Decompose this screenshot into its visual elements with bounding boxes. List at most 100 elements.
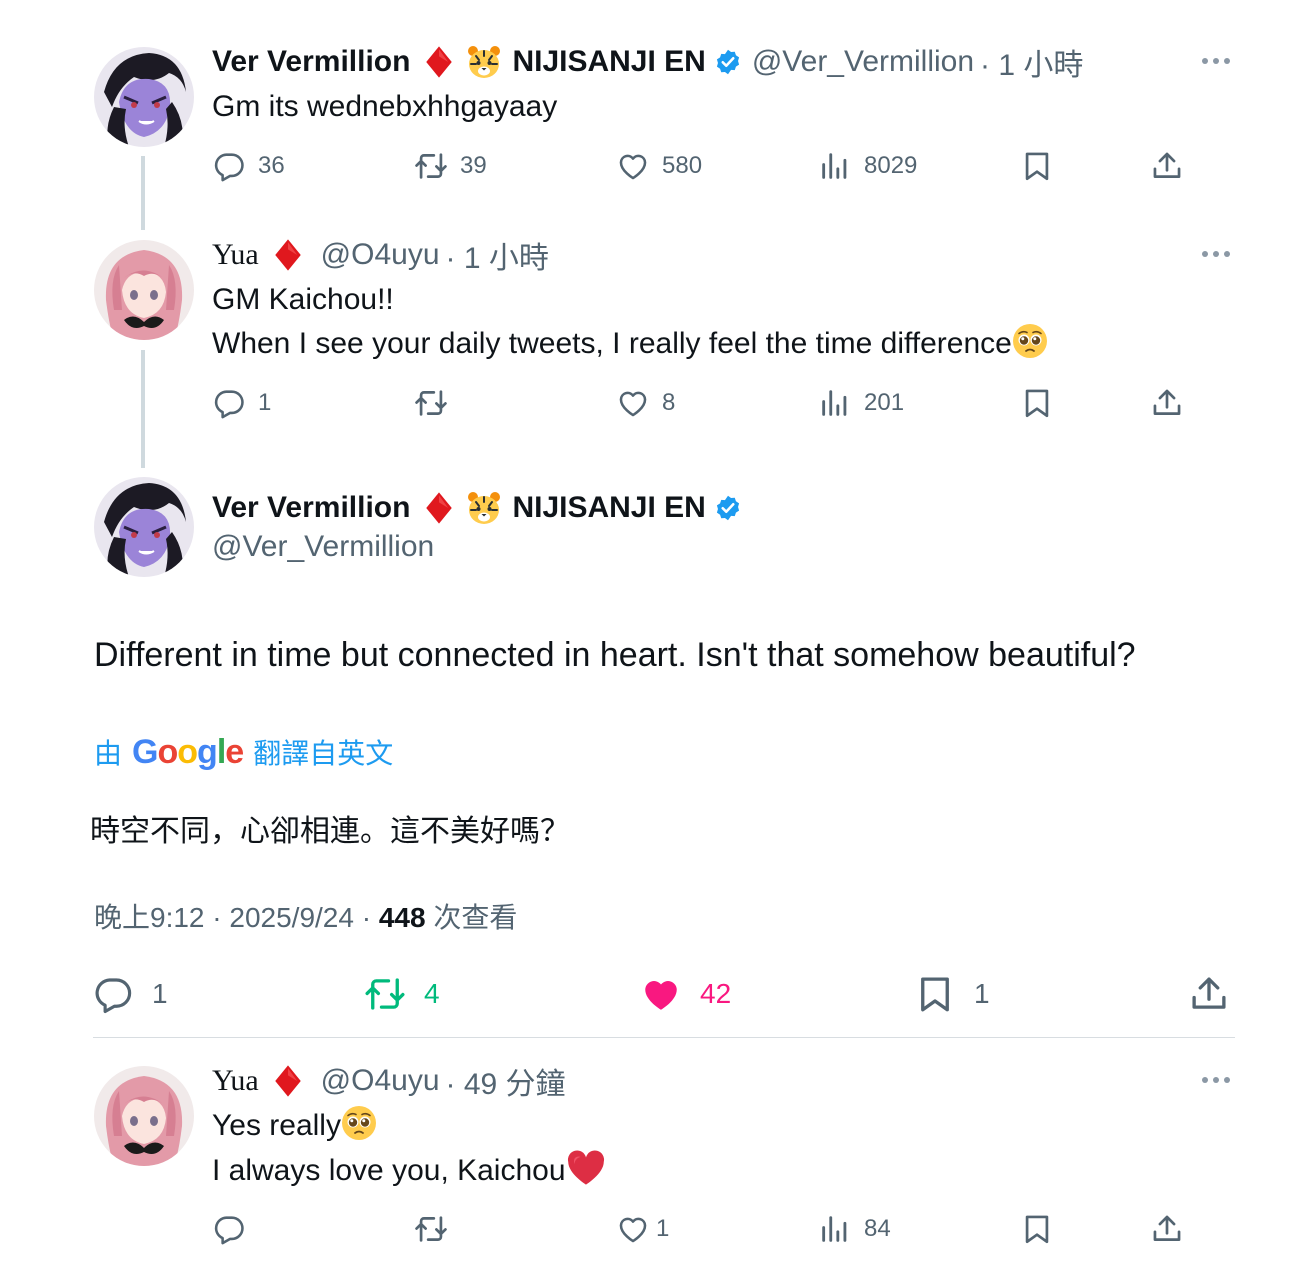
timestamp[interactable]: · 1 小時 [980,40,1083,84]
main-tweet-header: Ver Vermillion NIJISANJI EN [212,488,742,528]
red-diamond-icon [271,238,305,272]
user-handle[interactable]: @O4uyu [321,1064,440,1098]
display-name[interactable]: Yua [212,238,259,272]
share-icon [1188,973,1230,1015]
tweet-line-text: I always love you, Kaichou [212,1154,566,1187]
timestamp[interactable]: 晚上9:12 · 2025/9/24 · [94,902,379,933]
reply-icon [212,386,246,420]
red-diamond-icon [422,45,456,79]
bookmark-button[interactable]: 1 [914,972,990,1016]
like-count: 42 [700,978,732,1009]
views-icon [818,1212,852,1246]
tweet-header: Yua @O4uyu · 1 小時 [212,235,549,275]
retweet-button[interactable] [414,1209,448,1249]
avatar[interactable] [94,477,194,577]
views-icon [818,386,852,420]
bookmark-icon [1020,149,1054,183]
bookmark-button[interactable] [1020,1209,1054,1249]
views-count: 201 [864,389,905,416]
pleading-face-icon [341,1105,377,1141]
translated-text: 時空不同，心卻相連。這不美好嗎？ [90,815,570,848]
bookmark-count: 1 [974,978,990,1009]
thread-line [141,350,145,468]
views-button[interactable]: 8029 [818,146,917,186]
like-button[interactable]: 8 [616,383,675,423]
translate-link[interactable]: 由 Google 翻譯自英文 [94,732,393,772]
heart-filled-icon [640,973,682,1015]
retweet-button[interactable]: 4 [364,972,440,1016]
retweet-button[interactable] [414,383,448,423]
reply-button[interactable]: 1 [212,383,271,423]
bookmark-button[interactable] [1020,146,1054,186]
views-button[interactable]: 201 [818,383,904,423]
tweet-header: Ver Vermillion NIJISANJI EN @Ver_Vermill… [212,42,1083,82]
reply-button[interactable]: 1 [92,972,168,1016]
display-name[interactable]: Ver Vermillion [212,491,410,525]
views-count: 448 [378,902,426,933]
main-tweet-text: Different in time but connected in heart… [94,636,1136,674]
retweet-icon [414,149,448,183]
verified-badge-icon[interactable] [714,494,742,522]
share-icon [1150,386,1184,420]
reply-icon [92,973,134,1015]
tiger-face-icon [466,44,502,80]
tweet-line: GM Kaichou!! [212,283,394,316]
tweet-line: Yes really [212,1104,606,1148]
org-name: NIJISANJI EN [512,491,706,524]
like-button[interactable]: 1 [616,1209,669,1249]
red-heart-icon [566,1148,606,1188]
avatar[interactable] [94,47,194,147]
like-button[interactable]: 580 [616,146,702,186]
heart-icon [616,149,650,183]
views-count: 8029 [864,152,918,179]
avatar[interactable] [94,240,194,340]
google-logo: Google [132,732,244,771]
views-count: 84 [864,1215,891,1242]
translate-prefix: 由 [94,738,123,769]
display-name[interactable]: Yua [212,1064,259,1098]
like-count: 8 [662,389,676,416]
reply-count: 1 [152,978,168,1009]
reply-button[interactable] [212,1209,246,1249]
user-handle[interactable]: @Ver_Vermillion [212,530,434,564]
verified-badge-icon[interactable] [714,48,742,76]
share-icon [1150,149,1184,183]
reply-button[interactable]: 36 [212,146,285,186]
share-button[interactable] [1150,1209,1184,1249]
share-button[interactable] [1150,146,1184,186]
retweet-icon [414,386,448,420]
retweet-button[interactable]: 39 [414,146,487,186]
timestamp[interactable]: · 1 小時 [446,233,549,277]
share-button[interactable] [1188,972,1230,1016]
tweet-line: When I see your daily tweets, I really f… [212,322,1048,366]
more-options-icon[interactable] [1202,1074,1238,1086]
thread-line [141,156,145,230]
bookmark-button[interactable] [1020,383,1054,423]
red-diamond-icon [422,491,456,525]
avatar[interactable] [94,1066,194,1166]
views-label: 次查看 [425,902,518,933]
user-handle[interactable]: @O4uyu [321,238,440,272]
retweet-count: 39 [460,152,487,179]
user-handle[interactable]: @Ver_Vermillion [752,45,974,79]
heart-icon [616,1212,650,1246]
org-name: NIJISANJI EN [512,45,706,78]
pleading-face-icon [1012,323,1048,359]
translate-suffix: 翻譯自英文 [253,738,394,769]
like-count: 1 [656,1215,670,1242]
views-button[interactable]: 84 [818,1209,891,1249]
heart-icon [616,386,650,420]
retweet-count: 4 [424,978,440,1009]
more-options-icon[interactable] [1202,248,1238,260]
reply-count: 1 [258,389,272,416]
reply-icon [212,1212,246,1246]
tweet-text: Yes really I always love you, Kaichou [212,1104,606,1193]
share-button[interactable] [1150,383,1184,423]
tweet-text: Gm its wednebxhhgayaay [212,90,558,123]
bookmark-icon [1020,1212,1054,1246]
more-options-icon[interactable] [1202,55,1238,67]
like-button[interactable]: 42 [640,972,731,1016]
display-name[interactable]: Ver Vermillion [212,45,410,79]
views-icon [818,149,852,183]
timestamp[interactable]: · 49 分鐘 [446,1059,566,1103]
